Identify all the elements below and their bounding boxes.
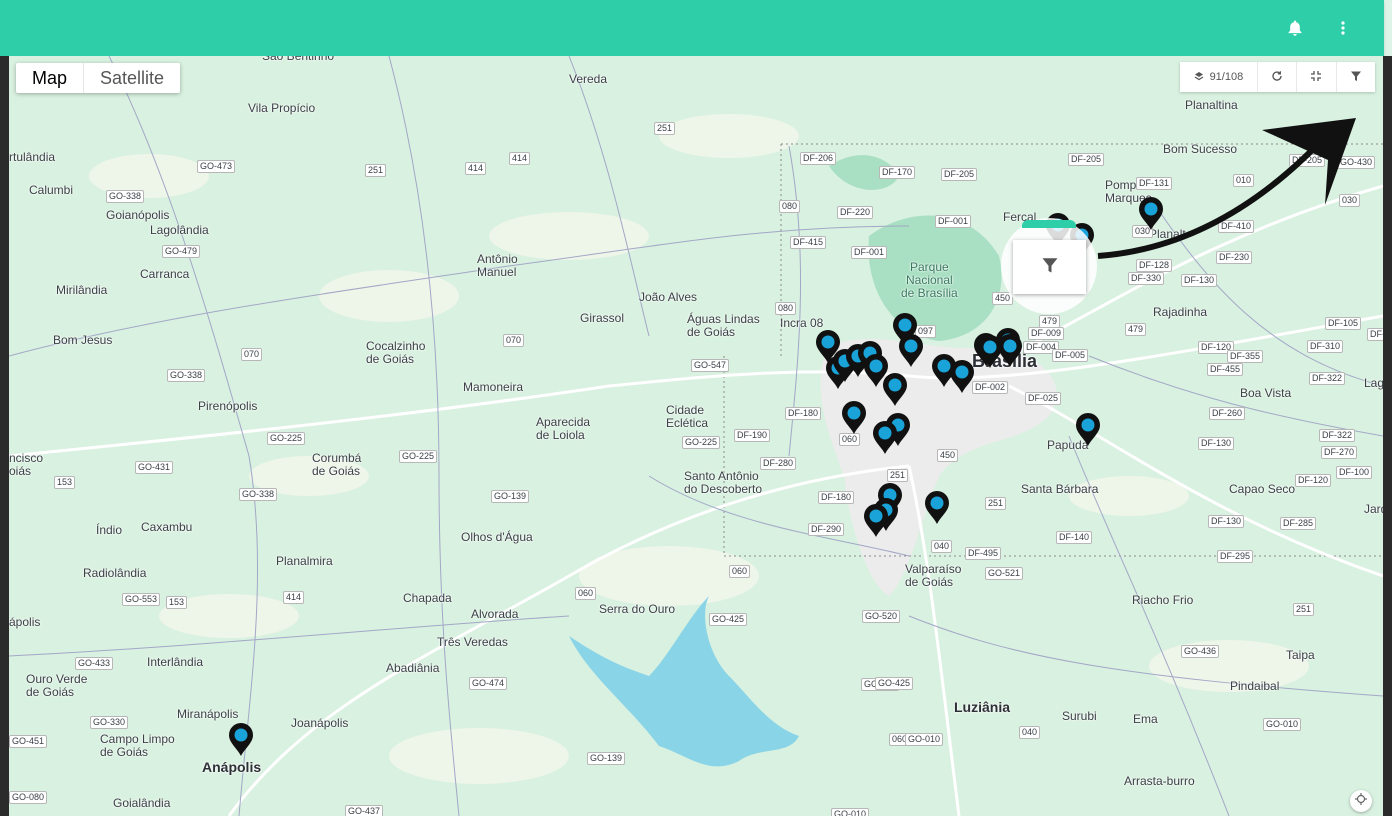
crosshair-icon	[1355, 792, 1367, 810]
filter-callout-button[interactable]	[1013, 240, 1086, 294]
filter-icon	[1041, 256, 1059, 279]
annotation-arrow	[1097, 118, 1356, 259]
locate-button[interactable]	[1350, 790, 1372, 812]
filter-callout-header	[1022, 220, 1076, 228]
